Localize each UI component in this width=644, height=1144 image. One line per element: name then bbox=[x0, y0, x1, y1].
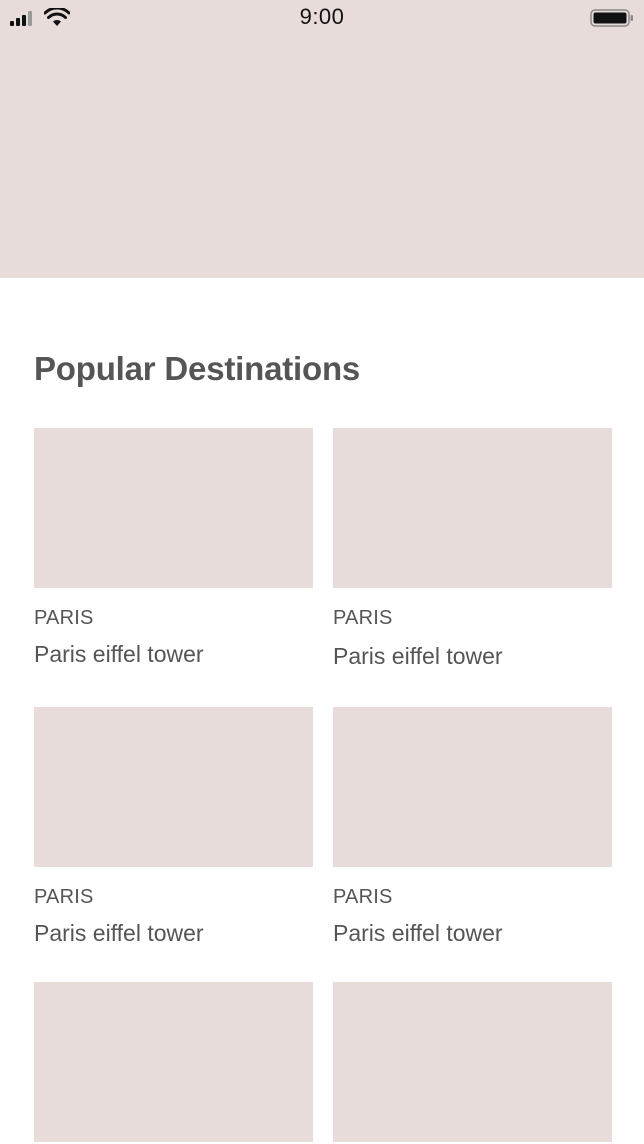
destination-card[interactable]: PARIS Paris eiffel tower bbox=[333, 428, 612, 670]
destination-label: PARIS bbox=[333, 886, 393, 908]
destination-card[interactable]: PARIS Paris eiffel tower bbox=[34, 707, 313, 947]
destination-image[interactable] bbox=[34, 428, 313, 588]
destination-image[interactable] bbox=[34, 707, 313, 867]
destination-image[interactable] bbox=[333, 982, 612, 1142]
destination-card[interactable] bbox=[333, 982, 612, 1142]
destination-label: PARIS bbox=[34, 886, 94, 908]
status-time: 9:00 bbox=[299, 4, 345, 29]
destination-image[interactable] bbox=[34, 982, 313, 1142]
destination-card[interactable]: PARIS Paris eiffel tower bbox=[333, 707, 612, 947]
destination-image[interactable] bbox=[333, 707, 612, 867]
destination-label: PARIS bbox=[34, 607, 94, 629]
destination-image[interactable] bbox=[333, 428, 612, 588]
destination-title: Paris eiffel tower bbox=[34, 920, 204, 946]
destination-card[interactable]: PARIS Paris eiffel tower bbox=[34, 428, 313, 668]
hero-image bbox=[0, 0, 644, 278]
destination-title: Paris eiffel tower bbox=[34, 641, 204, 667]
destination-title: Paris eiffel tower bbox=[333, 643, 503, 669]
destination-card[interactable] bbox=[34, 982, 313, 1142]
destination-label: PARIS bbox=[333, 607, 393, 629]
battery-icon bbox=[590, 9, 633, 27]
section-title: Popular Destinations bbox=[34, 350, 361, 387]
status-bar: 9:00 bbox=[0, 0, 644, 36]
destination-title: Paris eiffel tower bbox=[333, 920, 503, 946]
